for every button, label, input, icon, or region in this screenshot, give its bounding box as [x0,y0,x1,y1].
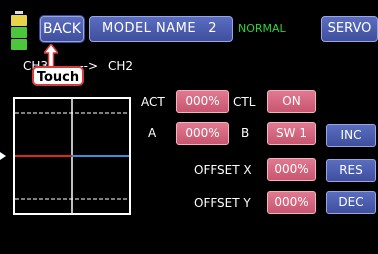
touch-arrow-icon [44,44,58,68]
model-name-button[interactable]: MODEL NAME 2 [89,16,233,42]
battery-icon [11,11,27,50]
offset-x-label: OFFSET X [194,163,252,177]
a-value-button[interactable]: 000% [176,122,229,145]
model-number: 2 [208,21,217,36]
act-value-button[interactable]: 000% [176,90,229,113]
b-value-button[interactable]: SW 1 [267,122,316,145]
touch-callout: Touch [32,66,84,86]
servo-button[interactable]: SERVO [321,16,378,42]
act-label: ACT [141,95,165,109]
back-button[interactable]: BACK [40,16,84,42]
ctl-value-button[interactable]: ON [267,90,316,113]
target-channel: CH2 [108,59,134,73]
mix-curve-graph [13,97,131,215]
flight-mode-label: NORMAL [238,22,286,35]
model-name-label: MODEL NAME [102,21,197,36]
a-label: A [148,126,157,140]
offset-y-label: OFFSET Y [194,196,251,210]
dec-button[interactable]: DEC [326,191,376,214]
ctl-label: CTL [233,95,256,109]
offset-x-value-button[interactable]: 000% [267,158,316,181]
res-button[interactable]: RES [326,159,376,182]
pointer-arrow-icon [0,152,6,160]
inc-button[interactable]: INC [326,124,376,147]
b-label: B [241,126,250,140]
offset-y-value-button[interactable]: 000% [267,191,316,214]
